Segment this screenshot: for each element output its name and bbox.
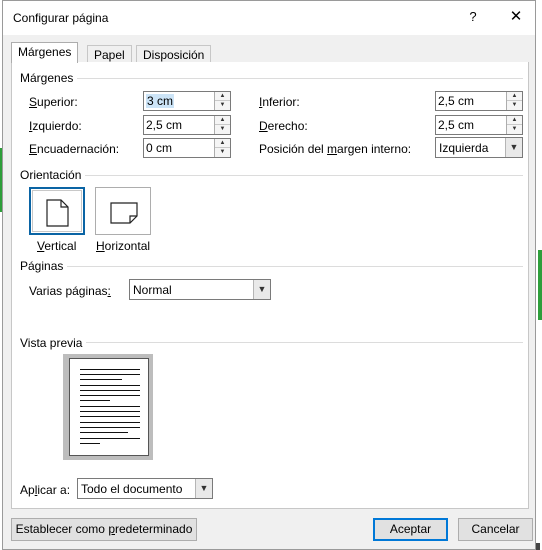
preview-line <box>80 400 110 401</box>
background-document-edge-right <box>538 250 542 320</box>
title-bar: Configurar página ? ✕ <box>3 1 535 35</box>
preview-line <box>80 395 140 396</box>
superior-spinbox[interactable]: 3 cm ▲ ▼ <box>143 91 231 111</box>
tab-label: Disposición <box>143 48 205 62</box>
preview-line <box>80 443 100 444</box>
tab-label: Márgenes <box>18 45 72 59</box>
spin-down-icon[interactable]: ▼ <box>507 125 522 134</box>
spin-down-icon[interactable]: ▼ <box>215 125 230 134</box>
landscape-page-icon <box>110 202 138 224</box>
preview-line <box>80 406 140 407</box>
preview-line <box>80 432 128 433</box>
preview-line <box>80 374 140 375</box>
posicion-margen-value: Izquierda <box>439 141 489 155</box>
group-divider <box>21 78 523 79</box>
margins-group-label: Márgenes <box>20 71 78 85</box>
izquierdo-spinbox[interactable]: 2,5 cm ▲ ▼ <box>143 115 231 135</box>
encuadernacion-value: 0 cm <box>146 141 173 155</box>
page-setup-dialog: Configurar página ? ✕ Márgenes Papel Dis… <box>2 0 536 550</box>
preview-line <box>80 438 140 439</box>
tab-layout[interactable]: Disposición <box>136 45 212 63</box>
help-button[interactable]: ? <box>465 9 481 27</box>
group-divider <box>21 266 523 267</box>
apply-to-label: Aplicar a: <box>20 483 71 497</box>
set-as-default-button[interactable]: Establecer como predeterminado <box>11 518 197 541</box>
pages-group-label: Páginas <box>20 259 68 273</box>
izquierdo-label: Izquierdo: <box>29 119 82 133</box>
spin-up-icon[interactable]: ▲ <box>215 92 230 101</box>
spin-up-icon[interactable]: ▲ <box>507 116 522 125</box>
encuadernacion-spinbox[interactable]: 0 cm ▲ ▼ <box>143 138 231 158</box>
derecho-label: Derecho: <box>259 119 308 133</box>
orientation-group-label: Orientación <box>20 168 86 182</box>
spin-up-icon[interactable]: ▲ <box>215 116 230 125</box>
preview-page <box>69 358 149 456</box>
apply-to-value: Todo el documento <box>81 482 183 496</box>
izquierdo-value: 2,5 cm <box>146 118 183 132</box>
posicion-margen-select[interactable]: Izquierda ▼ <box>435 137 523 158</box>
spin-up-icon[interactable]: ▲ <box>215 139 230 148</box>
preview-group-label: Vista previa <box>20 336 87 350</box>
preview-line <box>80 422 140 423</box>
multiple-pages-value: Normal <box>133 283 172 297</box>
derecho-value: 2,5 cm <box>438 118 475 132</box>
portrait-page-icon <box>46 199 69 227</box>
tab-label: Papel <box>94 48 125 62</box>
ok-button[interactable]: Aceptar <box>373 518 448 541</box>
posicion-margen-label: Posición del margen interno: <box>259 142 412 156</box>
close-button[interactable]: ✕ <box>506 7 526 27</box>
preview-line <box>80 411 140 412</box>
spin-down-icon[interactable]: ▼ <box>215 101 230 110</box>
inferior-value: 2,5 cm <box>438 94 475 108</box>
spin-down-icon[interactable]: ▼ <box>215 148 230 157</box>
landscape-label: Horizontal <box>96 239 151 253</box>
group-divider <box>21 342 523 343</box>
chevron-down-icon[interactable]: ▼ <box>505 138 522 157</box>
group-divider <box>21 175 523 176</box>
preview-line <box>80 390 140 391</box>
preview-line <box>80 416 140 417</box>
preview-line <box>80 427 140 428</box>
preview-line <box>80 379 122 380</box>
apply-to-select[interactable]: Todo el documento ▼ <box>77 478 213 499</box>
portrait-label: Vertical <box>37 239 77 253</box>
spin-up-icon[interactable]: ▲ <box>507 92 522 101</box>
derecho-spinbox[interactable]: 2,5 cm ▲ ▼ <box>435 115 523 135</box>
preview-line <box>80 369 140 370</box>
cancel-button[interactable]: Cancelar <box>458 518 533 541</box>
inferior-spinbox[interactable]: 2,5 cm ▲ ▼ <box>435 91 523 111</box>
tab-paper[interactable]: Papel <box>87 45 132 63</box>
dialog-title: Configurar página <box>13 11 109 25</box>
landscape-option[interactable] <box>95 187 151 235</box>
superior-value: 3 cm <box>146 94 175 108</box>
portrait-option[interactable] <box>29 187 85 235</box>
superior-label: Superior: <box>29 95 78 109</box>
chevron-down-icon[interactable]: ▼ <box>195 479 212 498</box>
preview-line <box>80 385 140 386</box>
encuadernacion-label: Encuadernación: <box>29 142 120 156</box>
tab-margins[interactable]: Márgenes <box>11 42 79 63</box>
multiple-pages-label: Varias páginas: <box>29 284 111 298</box>
inferior-label: Inferior: <box>259 95 300 109</box>
multiple-pages-select[interactable]: Normal ▼ <box>129 279 271 300</box>
chevron-down-icon[interactable]: ▼ <box>253 280 270 299</box>
spin-down-icon[interactable]: ▼ <box>507 101 522 110</box>
